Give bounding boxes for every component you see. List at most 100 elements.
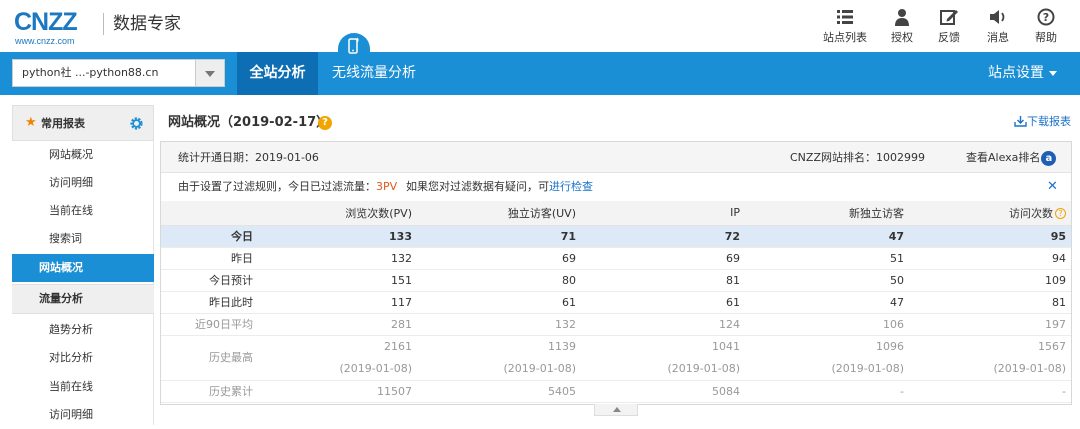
table-cell: 47 [745,291,909,314]
table-cell: 106 [745,313,909,336]
table-cell: 124 [581,313,745,336]
table-cell: 61 [417,291,581,314]
table-row: 今日预计 151 80 81 50 109 [161,269,1071,292]
product-name: 数据专家 [113,14,181,34]
list-icon [837,10,853,24]
sidebar-item-search-terms[interactable]: 搜索词 [12,225,154,253]
table-cell: 51 [745,247,909,270]
edit-icon [940,10,958,25]
column-header-pv[interactable]: 浏览次数(PV) [253,201,417,226]
table-cell: 11507 [253,380,417,403]
download-icon [1014,116,1027,127]
filter-prefix: 由于设置了过滤规则，今日已过滤流量： [178,180,376,193]
cell-date: (2019-01-08) [503,361,576,375]
table-row: 昨日 132 69 69 51 94 [161,247,1071,270]
gear-icon[interactable] [129,116,144,131]
alexa-rank-link[interactable]: 查看Alexa排名 a [966,142,1057,173]
authorize-label: 授权 [891,31,913,44]
table-cell: - [909,380,1071,403]
sidebar-item-site-overview-active[interactable]: 网站概况 [12,254,154,282]
filter-question: 如果您对过滤数据有疑问，可进行检查 [406,173,593,201]
table-cell: 5405 [417,380,581,403]
site-list-button[interactable]: 站点列表 [822,8,868,48]
filtered-pv: 3PV [376,180,398,193]
table-cell: 281 [253,313,417,336]
alexa-label: 查看Alexa排名 [966,151,1041,164]
table-cell: 197 [909,313,1071,336]
cell-date: (2019-01-08) [993,361,1066,375]
sidebar-item-visit-details[interactable]: 访问明细 [12,169,154,197]
cell-value: 1139 [548,339,576,353]
table-cell: 117 [253,291,417,314]
table-cell: 151 [253,269,417,292]
row-label: 近90日平均 [161,313,253,336]
sidebar-item-site-overview[interactable]: 网站概况 [12,141,154,169]
table-cell: 1096 (2019-01-08) [745,335,909,381]
site-settings-menu[interactable]: 站点设置 [988,52,1057,95]
feedback-label: 反馈 [938,31,960,44]
mobile-phone-icon [348,37,359,54]
help-icon[interactable]: ? [318,116,332,130]
table-cell: 2161 (2019-01-08) [253,335,417,381]
check-link[interactable]: 进行检查 [549,180,593,193]
sidebar-section-traffic[interactable]: 流量分析 [12,284,154,314]
column-header-uv[interactable]: 独立访客(UV) [417,201,581,226]
download-report-link[interactable]: 下载报表 [1014,115,1071,129]
table-row: 近90日平均 281 132 124 106 197 [161,313,1071,336]
table-cell: 133 [253,225,417,248]
column-header [161,201,253,226]
table-cell: 94 [909,247,1071,270]
column-header-new-visitors[interactable]: 新独立访客 [745,201,909,226]
tab-site-analysis[interactable]: 全站分析 [237,52,318,95]
cell-date: (2019-01-08) [339,361,412,375]
messages-button[interactable]: 消息 [985,8,1011,48]
column-header-ip[interactable]: IP [581,201,745,226]
filter-text: 由于设置了过滤规则，今日已过滤流量：3PV [178,173,397,201]
table-cell: 80 [417,269,581,292]
sidebar-header-title: 常用报表 [41,117,85,130]
alexa-icon: a [1041,150,1057,166]
info-bar: 统计开通日期：2019-01-06 CNZZ网站排名：1002999 查看Ale… [161,142,1071,173]
cnzz-logo[interactable]: CNZZ www.cnzz.com [14,8,96,46]
table-cell: 95 [909,225,1071,248]
collapse-toggle[interactable] [594,404,638,416]
row-label: 今日 [161,225,253,248]
table-cell: 47 [745,225,909,248]
cell-date: (2019-01-08) [667,361,740,375]
chevron-down-icon[interactable] [195,60,224,86]
sidebar-item-compare[interactable]: 对比分析 [12,344,154,372]
filter-question-text: 如果您对过滤数据有疑问，可 [406,180,549,193]
table-cell: 50 [745,269,909,292]
speaker-icon [990,10,1005,24]
table-cell: 81 [581,269,745,292]
sidebar-item-online-now-2[interactable]: 当前在线 [12,373,154,401]
user-icon [895,9,909,26]
help-button[interactable]: ? 帮助 [1033,8,1059,48]
sidebar-item-trend[interactable]: 趋势分析 [12,316,154,344]
header-divider [103,13,104,35]
sidebar-item-online-now[interactable]: 当前在线 [12,197,154,225]
table-cell: 69 [581,247,745,270]
table-row: 昨日此时 117 61 61 47 81 [161,291,1071,314]
help-icon[interactable]: ? [1055,208,1066,220]
feedback-button[interactable]: 反馈 [936,8,962,48]
row-label: 昨日此时 [161,291,253,314]
column-header-visits[interactable]: 访问次数? [909,201,1071,226]
close-icon[interactable]: ✕ [1047,173,1058,201]
table-cell: 1041 (2019-01-08) [581,335,745,381]
overview-table: 浏览次数(PV) 独立访客(UV) IP 新独立访客 访问次数? 今日 133 71… [161,201,1071,403]
column-header-visits-label: 访问次数 [1009,206,1053,220]
site-select[interactable]: python社 ...-python88.cn [12,59,225,87]
table-cell: 72 [581,225,745,248]
mobile-tab-bubble[interactable] [338,33,370,59]
table-header-row: 浏览次数(PV) 独立访客(UV) IP 新独立访客 访问次数? [161,201,1071,226]
sidebar: ★ 常用报表 网站概况 访问明细 当前在线 搜索词 网站概况 流量分析 趋势分析… [12,105,154,425]
table-cell: 61 [581,291,745,314]
page-title: 网站概况（2019-02-17） [168,115,330,130]
site-select-value: python社 ...-python88.cn [22,66,159,79]
cell-date: (2019-01-08) [831,361,904,375]
authorize-button[interactable]: 授权 [889,8,915,48]
cell-value: 1567 [1038,339,1066,353]
table-body: 今日 133 71 72 47 95 昨日 132 69 69 51 94 今日预计 151 80 81 50 1… [161,225,1071,403]
cell-value: 1096 [876,339,904,353]
